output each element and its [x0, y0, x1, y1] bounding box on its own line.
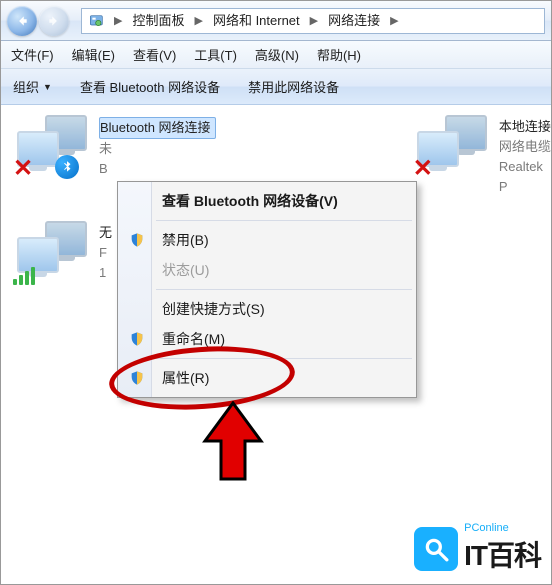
- connection-status: 未: [99, 141, 112, 156]
- disconnected-x-icon: ✕: [12, 157, 34, 179]
- shield-icon: [128, 369, 146, 387]
- chevron-down-icon: ▼: [43, 82, 52, 92]
- breadcrumb-network-connections[interactable]: 网络连接: [322, 9, 386, 33]
- toolbar-organize-label: 组织: [13, 77, 39, 96]
- arrow-right-icon: [47, 14, 61, 28]
- toolbar-view-bt-devices[interactable]: 查看 Bluetooth 网络设备: [80, 77, 220, 96]
- address-bar[interactable]: ▶ 控制面板 ▶ 网络和 Internet ▶ 网络连接 ▶: [81, 8, 545, 34]
- ctx-properties[interactable]: 属性(R): [120, 363, 414, 393]
- connection-detail: B: [99, 161, 108, 176]
- signal-bars-icon: [13, 267, 35, 285]
- connection-detail: 1: [99, 265, 106, 280]
- ctx-create-shortcut[interactable]: 创建快捷方式(S): [120, 294, 414, 324]
- watermark-logo-icon: [414, 527, 458, 571]
- ctx-disable[interactable]: 禁用(B): [120, 225, 414, 255]
- breadcrumb-control-panel[interactable]: 控制面板: [126, 9, 190, 33]
- ctx-view-bt-devices[interactable]: 查看 Bluetooth 网络设备(V): [120, 186, 414, 216]
- menu-file[interactable]: 文件(F): [11, 45, 54, 64]
- bluetooth-icon: [55, 155, 79, 179]
- separator: [156, 289, 412, 290]
- control-panel-icon: [88, 12, 106, 30]
- nav-bar: ▶ 控制面板 ▶ 网络和 Internet ▶ 网络连接 ▶: [1, 1, 551, 41]
- disconnected-x-icon: ✕: [412, 157, 434, 179]
- connection-icon: ✕: [15, 115, 89, 177]
- watermark: PConline IT百科: [414, 523, 541, 574]
- watermark-main: IT百科: [464, 534, 541, 574]
- connection-status: F: [99, 245, 107, 260]
- connection-lan[interactable]: ✕ 本地连接 网络电缆 Realtek P: [415, 115, 551, 197]
- connection-icon: [15, 221, 89, 283]
- connection-detail: Realtek P: [499, 159, 543, 194]
- menu-bar: 文件(F) 编辑(E) 查看(V) 工具(T) 高级(N) 帮助(H): [1, 41, 551, 69]
- ctx-rename[interactable]: 重命名(M): [120, 324, 414, 354]
- breadcrumb-network-internet[interactable]: 网络和 Internet: [207, 9, 306, 33]
- breadcrumb-arrow[interactable]: ▶: [190, 14, 206, 27]
- connection-status: 网络电缆: [499, 139, 551, 154]
- menu-edit[interactable]: 编辑(E): [72, 45, 115, 64]
- separator: [156, 358, 412, 359]
- toolbar-disable-device[interactable]: 禁用此网络设备: [248, 77, 339, 96]
- menu-advanced[interactable]: 高级(N): [255, 45, 299, 64]
- menu-help[interactable]: 帮助(H): [317, 45, 361, 64]
- connection-name: 无: [99, 223, 112, 243]
- menu-view[interactable]: 查看(V): [133, 45, 176, 64]
- separator: [156, 220, 412, 221]
- watermark-subtext: PConline: [464, 523, 541, 534]
- shield-icon: [128, 330, 146, 348]
- connection-name: Bluetooth 网络连接: [99, 117, 216, 139]
- toolbar-organize[interactable]: 组织 ▼: [13, 77, 52, 96]
- connection-name: 本地连接: [499, 117, 551, 137]
- ctx-status: 状态(U): [120, 255, 414, 285]
- breadcrumb-arrow[interactable]: ▶: [110, 14, 126, 27]
- menu-tools[interactable]: 工具(T): [194, 45, 237, 64]
- context-menu: 查看 Bluetooth 网络设备(V) 禁用(B) 状态(U) 创建快捷方式(…: [117, 181, 417, 398]
- toolbar: 组织 ▼ 查看 Bluetooth 网络设备 禁用此网络设备: [1, 69, 551, 105]
- back-button[interactable]: [7, 6, 37, 36]
- arrow-left-icon: [15, 14, 29, 28]
- breadcrumb-arrow[interactable]: ▶: [386, 14, 402, 27]
- breadcrumb-arrow[interactable]: ▶: [306, 14, 322, 27]
- shield-icon: [128, 231, 146, 249]
- forward-button[interactable]: [39, 6, 69, 36]
- connection-icon: ✕: [415, 115, 489, 177]
